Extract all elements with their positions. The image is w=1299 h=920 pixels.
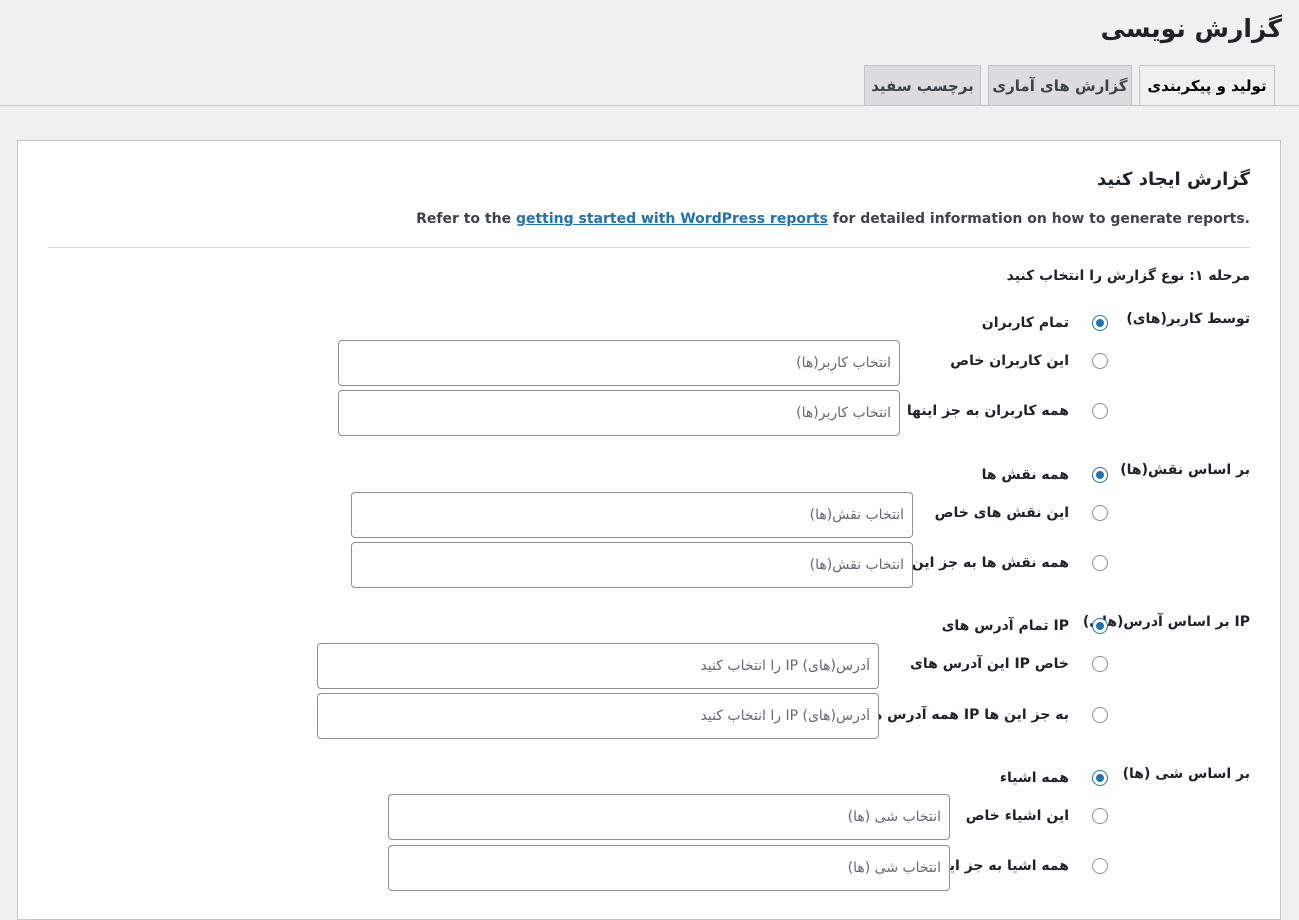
- option-label-specific-ips: این آدرس های IP خاص: [910, 656, 1069, 672]
- option-label-specific-roles: این نقش های خاص: [934, 505, 1069, 521]
- radio-all-objects[interactable]: [1092, 770, 1108, 786]
- getting-started-link[interactable]: getting started with WordPress reports: [516, 211, 828, 227]
- exclude-users-field[interactable]: [338, 390, 900, 436]
- radio-ips-except[interactable]: [1092, 707, 1108, 723]
- radio-all-users[interactable]: [1092, 315, 1108, 331]
- tab-statistics-reports[interactable]: گزارش های آماری: [988, 65, 1132, 105]
- intro-after: for detailed information on how to gener…: [827, 211, 1250, 227]
- radio-roles-except[interactable]: [1092, 555, 1108, 571]
- group-label-users: توسط کاربر(های): [1126, 311, 1250, 327]
- radio-specific-users[interactable]: [1092, 353, 1108, 369]
- step-1-title: مرحله ۱: نوع گزارش را انتخاب کنید: [1006, 268, 1250, 284]
- divider: [48, 247, 1250, 248]
- radio-all-ips[interactable]: [1092, 618, 1108, 634]
- intro-before: Refer to the: [416, 211, 516, 227]
- option-label-all-users: تمام کاربران: [981, 315, 1069, 331]
- exclude-objects-field[interactable]: [388, 845, 950, 891]
- radio-specific-objects[interactable]: [1092, 808, 1108, 824]
- option-label-all-ips: تمام آدرس های IP: [941, 618, 1069, 634]
- radio-users-except[interactable]: [1092, 403, 1108, 419]
- page-title: گزارش نویسی: [1100, 14, 1282, 43]
- intro-text: Refer to the getting started with WordPr…: [416, 211, 1250, 227]
- report-panel: گزارش ایجاد کنید Refer to the getting st…: [17, 140, 1281, 920]
- tabs-divider: [0, 105, 1299, 106]
- option-label-specific-users: این کاربران خاص: [950, 353, 1069, 369]
- option-label-ips-except: همه آدرس های IP به جز این ها: [854, 707, 1069, 723]
- radio-objects-except[interactable]: [1092, 858, 1108, 874]
- exclude-ips-field[interactable]: [317, 693, 879, 739]
- select-users-field[interactable]: [338, 340, 900, 386]
- radio-specific-roles[interactable]: [1092, 505, 1108, 521]
- group-label-ip: بر اساس آدرس(های) IP: [1082, 614, 1250, 630]
- select-objects-field[interactable]: [388, 794, 950, 840]
- group-label-roles: بر اساس نقش(ها): [1120, 462, 1250, 478]
- exclude-roles-field[interactable]: [351, 542, 913, 588]
- option-label-roles-except: همه نقش ها به جز این ها: [891, 555, 1069, 571]
- select-ips-field[interactable]: [317, 643, 879, 689]
- group-label-objects: بر اساس شی (ها): [1122, 766, 1250, 782]
- option-label-specific-objects: این اشیاء خاص: [965, 808, 1069, 824]
- radio-specific-ips[interactable]: [1092, 656, 1108, 672]
- tab-generate-configure[interactable]: تولید و پیکربندی: [1139, 65, 1275, 106]
- option-label-all-roles: همه نقش ها: [981, 467, 1069, 483]
- option-label-objects-except: همه اشیا به جز اینها: [929, 858, 1069, 874]
- option-label-users-except: همه کاربران به جز اینها: [906, 403, 1069, 419]
- select-roles-field[interactable]: [351, 492, 913, 538]
- tab-white-label[interactable]: برچسب سفید: [864, 65, 981, 105]
- option-label-all-objects: همه اشیاء: [999, 770, 1069, 786]
- panel-title: گزارش ایجاد کنید: [1096, 169, 1250, 190]
- radio-all-roles[interactable]: [1092, 467, 1108, 483]
